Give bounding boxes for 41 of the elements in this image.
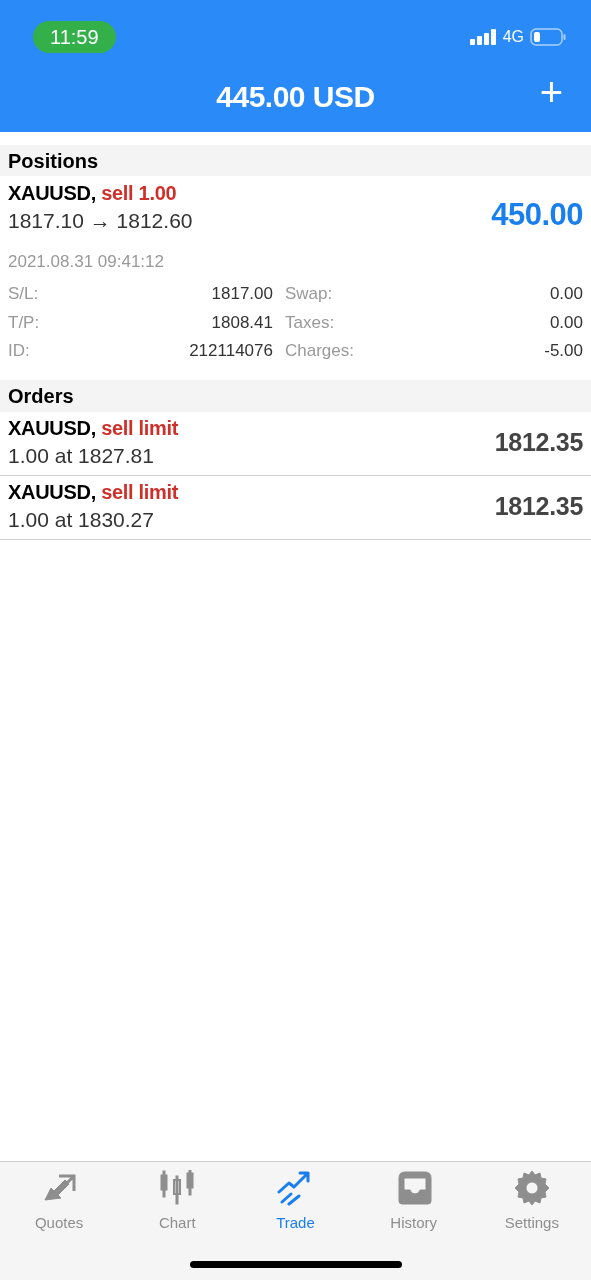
detail-value: 1817.00 [210,283,273,305]
status-time: 11:59 [33,21,116,53]
detail-value: -5.00 [543,340,583,362]
position-title: XAUUSD, sell 1.00 [8,181,178,206]
detail-label: S/L: [8,283,40,305]
order-title: XAUUSD, sell limit [8,416,179,441]
inbox-tray-icon [395,1170,432,1206]
detail-label: Charges: [285,340,354,362]
section-header: Positions [0,145,591,176]
detail-value: 0.00 [548,311,583,334]
price-change: 1817.10 → 1812.60 [8,208,193,234]
detail-label: Swap: [285,283,334,305]
settings-icon [513,1170,550,1206]
detail-value: 0.00 [548,283,583,305]
order-row[interactable]: XAUUSD, sell limit 1.00 at 1830.27 1812.35 [0,475,591,540]
order-title: XAUUSD, sell limit [8,480,179,505]
tab-item[interactable]: Chart [127,1170,228,1235]
detail-label: T/P: [8,311,41,334]
tab-item[interactable]: Trade [245,1170,346,1235]
signal-icon [469,29,497,45]
detail-value: 1808.41 [210,311,273,334]
order-detail: 1.00 at 1830.27 [8,507,155,533]
add-button[interactable]: + [539,72,563,112]
candlestick-icon [159,1170,196,1206]
profit-value: 450.00 [491,196,583,234]
tab-item[interactable]: Quotes [9,1170,110,1235]
network-label: 4G [502,27,524,47]
section-header: Orders [0,379,591,412]
account-balance: 445.00 USD [216,78,375,115]
position-row[interactable]: XAUUSD, sell 1.00 1817.10 → 1812.60 450.00 2021.08.31 09:41:12 S/L: 1817.00 Swap: 0.00 T/P: 1808.41 Taxes: 0.00 ID: 212114076 Charges: -5.00 [0,176,591,380]
order-price: 1812.35 [494,491,583,523]
order-row[interactable]: XAUUSD, sell limit 1.00 at 1827.81 1812.35 [0,411,591,476]
tab-item[interactable]: Settings [481,1170,582,1235]
detail-value: 212114076 [188,340,273,362]
detail-label: ID: [8,340,31,362]
open-time: 2021.08.31 09:41:12 [8,250,165,273]
order-detail: 1.00 at 1827.81 [8,443,155,469]
detail-label: Taxes: [285,311,336,334]
order-price: 1812.35 [494,427,583,459]
tab-item[interactable]: History [363,1170,464,1235]
battery-icon [530,28,566,46]
